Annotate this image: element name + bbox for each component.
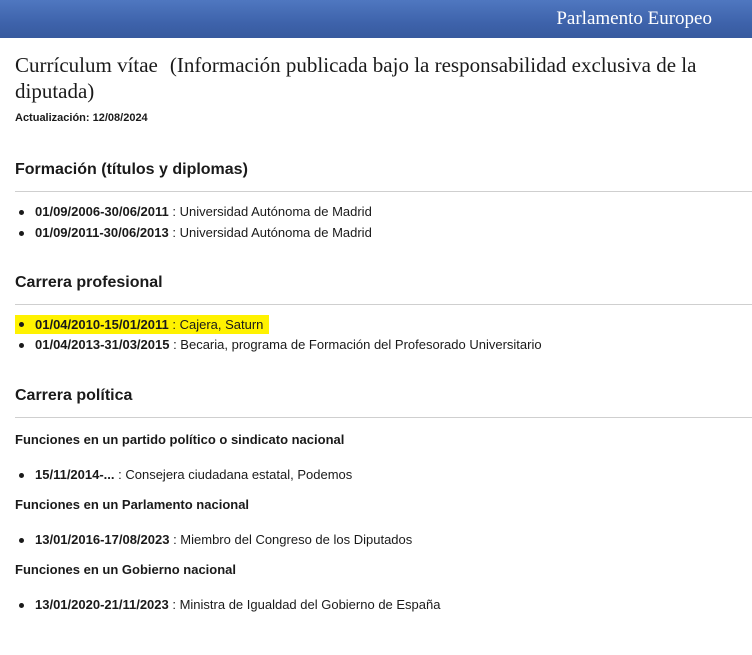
section-divider (15, 417, 752, 418)
item-text: : Becaria, programa de Formación del Pro… (169, 337, 542, 352)
parliament-list: 13/01/2016-17/08/2023 : Miembro del Cong… (15, 531, 752, 552)
item-text: : Ministra de Igualdad del Gobierno de E… (168, 597, 441, 612)
cv-title-text: Currículum vítae (15, 53, 158, 77)
bullet (19, 603, 24, 608)
section-heading-career: Carrera profesional (15, 274, 163, 291)
list-item: 01/04/2013-31/03/2015 : Becaria, program… (15, 336, 752, 357)
section-heading-political: Carrera política (15, 387, 133, 404)
item-date: 15/11/2014-... (35, 467, 115, 482)
subsection-heading-party: Funciones en un partido político o sindi… (15, 432, 345, 447)
item-date: 01/09/2006-30/06/2011 (35, 204, 169, 219)
list-item: 15/11/2014-... : Consejera ciudadana est… (15, 466, 752, 487)
list-item-highlighted: 01/04/2010-15/01/2011 : Cajera, Saturn (15, 315, 752, 336)
bullet (19, 231, 24, 236)
update-date: Actualización: 12/08/2024 (15, 112, 148, 124)
page-title: Currículum vítae (Información publicada b… (15, 52, 752, 104)
site-brand-link[interactable]: Parlamento Europeo (556, 8, 712, 30)
bullet (19, 538, 24, 543)
item-date: 01/04/2010-15/01/2011 (35, 317, 169, 332)
section-heading-education: Formación (títulos y diplomas) (15, 161, 248, 178)
cv-content: Currículum vítae (Información publicada b… (15, 52, 752, 617)
education-list: 01/09/2006-30/06/2011 : Universidad Autó… (15, 203, 752, 245)
subsection-heading-government: Funciones en un Gobierno nacional (15, 562, 237, 577)
list-item: 13/01/2020-21/11/2023 : Ministra de Igua… (15, 596, 752, 617)
item-date: 01/04/2013-31/03/2015 (35, 337, 170, 352)
bullet (19, 210, 24, 215)
highlight-mark: 01/04/2010-15/01/2011 : Cajera, Saturn (15, 315, 270, 334)
section-divider (15, 191, 752, 192)
list-item: 13/01/2016-17/08/2023 : Miembro del Cong… (15, 531, 752, 552)
item-text: : Consejera ciudadana estatal, Podemos (114, 467, 353, 482)
item-text: : Universidad Autónoma de Madrid (168, 204, 372, 219)
item-date: 13/01/2020-21/11/2023 (35, 597, 169, 612)
site-header: Parlamento Europeo (0, 0, 752, 38)
list-item: 01/09/2011-30/06/2013 : Universidad Autó… (15, 224, 752, 245)
career-list: 01/04/2010-15/01/2011 : Cajera, Saturn 0… (15, 315, 752, 357)
bullet (19, 322, 24, 327)
item-date: 13/01/2016-17/08/2023 (35, 532, 170, 547)
bullet (19, 473, 24, 478)
item-text: : Miembro del Congreso de los Diputados (169, 532, 413, 547)
item-text: : Cajera, Saturn (168, 317, 264, 332)
subsection-heading-parliament: Funciones en un Parlamento nacional (15, 497, 250, 512)
government-list: 13/01/2020-21/11/2023 : Ministra de Igua… (15, 596, 752, 617)
bullet (19, 343, 24, 348)
section-divider (15, 304, 752, 305)
party-list: 15/11/2014-... : Consejera ciudadana est… (15, 466, 752, 487)
item-text: : Universidad Autónoma de Madrid (168, 225, 372, 240)
item-date: 01/09/2011-30/06/2013 (35, 225, 169, 240)
list-item: 01/09/2006-30/06/2011 : Universidad Autó… (15, 203, 752, 224)
